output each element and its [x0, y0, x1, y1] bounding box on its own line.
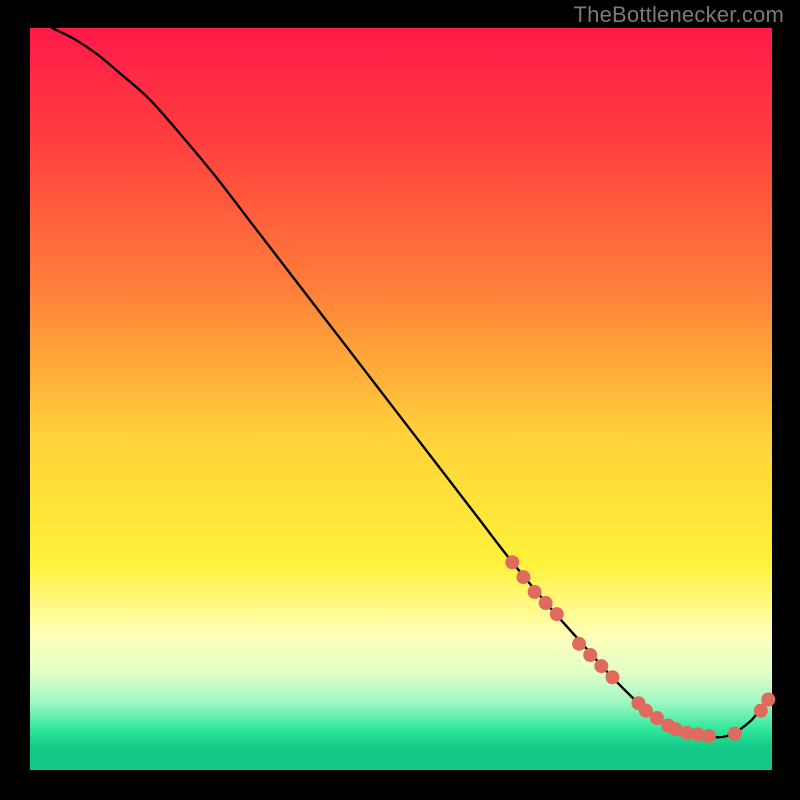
- data-point: [550, 607, 564, 621]
- attribution-text: TheBottlenecker.com: [574, 2, 784, 28]
- chart-panel: [30, 28, 772, 770]
- data-point: [516, 570, 530, 584]
- data-point: [594, 659, 608, 673]
- bottleneck-chart: [0, 0, 800, 800]
- data-point: [539, 596, 553, 610]
- data-point: [572, 637, 586, 651]
- data-point: [728, 727, 742, 741]
- data-point: [505, 555, 519, 569]
- data-point: [761, 693, 775, 707]
- data-point: [583, 648, 597, 662]
- data-point: [528, 585, 542, 599]
- data-point: [702, 729, 716, 743]
- data-point: [605, 670, 619, 684]
